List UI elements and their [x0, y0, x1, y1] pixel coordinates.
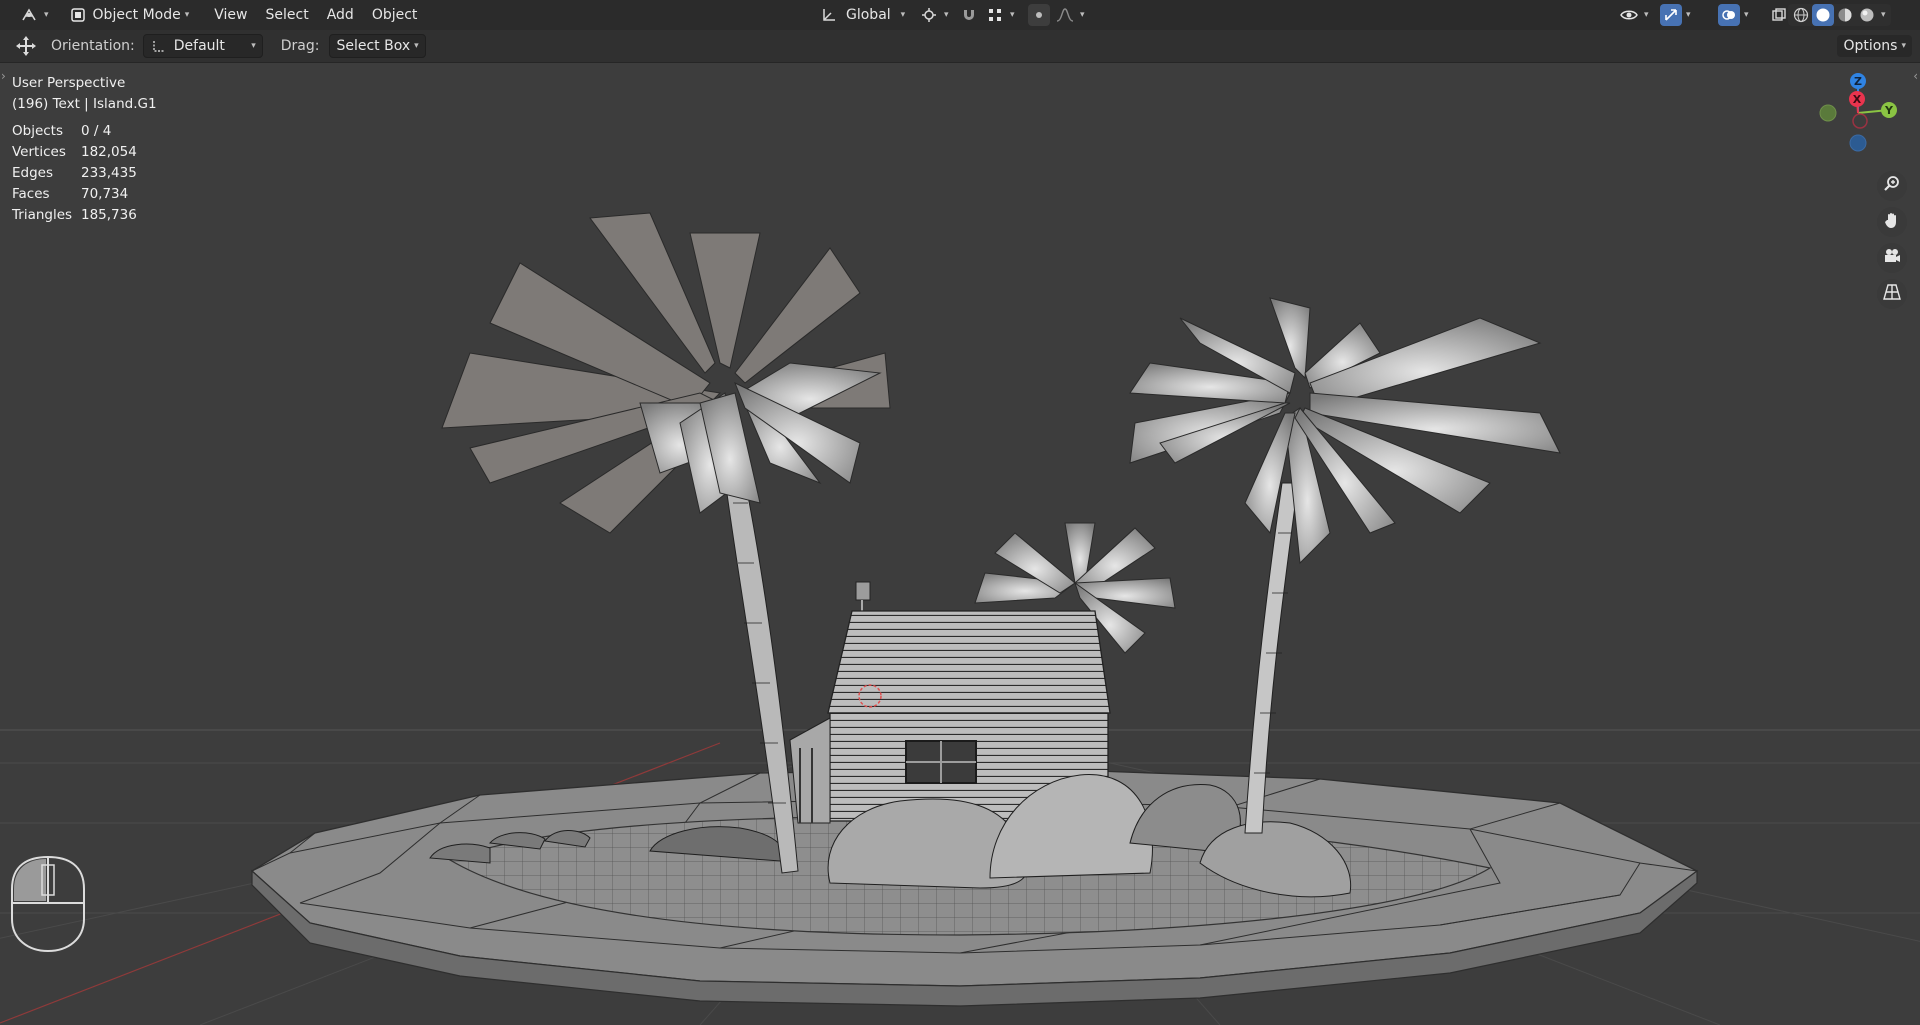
shading-group: ▾ [1788, 4, 1891, 26]
toolbar-expand-arrow[interactable]: › [1, 69, 6, 83]
orientation-label: Global [846, 7, 891, 23]
chevron-down-icon: ▾ [1686, 10, 1691, 20]
chevron-down-icon[interactable]: ▾ [1881, 10, 1886, 20]
drag-dropdown[interactable]: Select Box ▾ [329, 34, 426, 58]
chevron-down-icon: ▾ [1080, 10, 1085, 20]
svg-text:Y: Y [1884, 104, 1894, 117]
proportional-icon [1028, 4, 1050, 26]
stat-row: Faces 70,734 [12, 186, 129, 202]
chevron-down-icon: ▾ [414, 41, 419, 51]
scene-render [0, 212, 1920, 1025]
chevron-down-icon: ▾ [1644, 10, 1649, 20]
xray-icon [1768, 4, 1790, 26]
magnet-icon [958, 4, 980, 26]
chevron-down-icon: ▾ [44, 10, 49, 20]
orientation-dropdown[interactable]: Default ▾ [142, 34, 263, 58]
solid-shading-icon[interactable] [1812, 4, 1834, 26]
chevron-down-icon: ▾ [1010, 10, 1015, 20]
viewport-info-overlay: User Perspective (196) Text | Island.G1 … [12, 73, 157, 226]
perspective-toggle-button[interactable] [1877, 279, 1907, 309]
eye-icon [1618, 4, 1640, 26]
move-tool-icon[interactable] [15, 35, 37, 57]
hand-icon [1883, 211, 1901, 233]
falloff-button[interactable]: ▾ [1048, 4, 1091, 26]
material-shading-icon[interactable] [1834, 4, 1856, 26]
right-palm [1129, 297, 1561, 834]
object-info-label: (196) Text | Island.G1 [12, 96, 157, 112]
menu-select[interactable]: Select [257, 4, 318, 26]
pivot-point-button[interactable]: ▾ [912, 4, 955, 26]
grid-perspective-icon [1883, 283, 1901, 305]
tool-settings-bar: Orientation: Default ▾ Drag: Select Box … [0, 30, 1920, 63]
drag-field-label: Drag: [280, 38, 320, 54]
menu-view[interactable]: View [205, 4, 256, 26]
3d-viewport[interactable]: User Perspective (196) Text | Island.G1 … [0, 63, 1920, 1025]
transform-orientation-dropdown[interactable]: Global ▾ [812, 4, 911, 26]
overlays-toggle[interactable]: ▾ [1712, 4, 1755, 26]
chevron-down-icon: ▾ [944, 10, 949, 20]
chevron-down-icon: ▾ [251, 41, 256, 51]
wireframe-shading-icon[interactable] [1790, 4, 1812, 26]
menu-object[interactable]: Object [363, 4, 427, 26]
mouse-status-icon [11, 855, 85, 953]
rendered-shading-icon[interactable] [1856, 4, 1878, 26]
camera-icon [1883, 247, 1901, 269]
mode-dropdown[interactable]: Object Mode ▾ [61, 4, 196, 26]
gizmo-icon [1660, 4, 1682, 26]
mode-label: Object Mode [92, 7, 181, 23]
snap-target-button[interactable]: ▾ [978, 4, 1021, 26]
overlays-icon [1718, 4, 1740, 26]
gizmo-toggle[interactable]: ▾ [1654, 4, 1697, 26]
svg-text:Z: Z [1854, 75, 1862, 88]
pan-button[interactable] [1877, 207, 1907, 237]
chevron-down-icon: ▾ [1744, 10, 1749, 20]
object-mode-icon [67, 4, 89, 26]
editor-type-icon [18, 4, 40, 26]
magnifier-zoom-icon [1883, 175, 1901, 197]
orientation-gizmo-icon [150, 35, 168, 57]
camera-view-button[interactable] [1877, 243, 1907, 273]
options-label: Options [1843, 38, 1898, 54]
editor-type-button[interactable]: ▾ [12, 4, 55, 26]
grid-snap-icon [984, 4, 1006, 26]
viewport-header: ▾ Object Mode ▾ View Select Add Object G… [0, 0, 1920, 30]
stat-row: Vertices 182,054 [12, 144, 137, 160]
stat-row: Edges 233,435 [12, 165, 137, 181]
chevron-down-icon: ▾ [184, 10, 190, 20]
perspective-label: User Perspective [12, 75, 126, 91]
orientation-value: Default [173, 38, 225, 54]
chevron-down-icon: ▾ [900, 10, 906, 20]
visibility-button[interactable]: ▾ [1612, 4, 1655, 26]
svg-text:X: X [1853, 93, 1862, 106]
stat-row: Triangles 185,736 [12, 207, 137, 223]
orientation-field-label: Orientation: [51, 38, 135, 54]
navigation-gizmo[interactable]: Z X Y [1800, 63, 1920, 183]
stat-row: Objects 0 / 4 [12, 123, 112, 139]
pivot-icon [918, 4, 940, 26]
menu-add[interactable]: Add [318, 4, 363, 26]
options-dropdown[interactable]: Options ▾ [1837, 35, 1912, 57]
chevron-down-icon: ▾ [1901, 41, 1906, 51]
orientation-icon [818, 4, 840, 26]
drag-value: Select Box [336, 38, 411, 54]
falloff-curve-icon [1054, 4, 1076, 26]
zoom-button[interactable] [1877, 171, 1907, 201]
